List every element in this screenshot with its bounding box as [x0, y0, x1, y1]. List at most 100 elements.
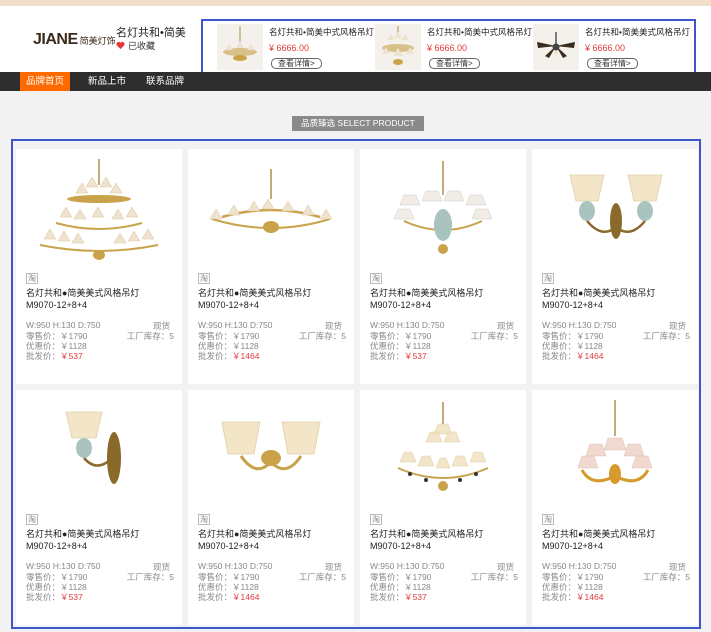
- product-card[interactable]: 淘 名灯共和●简美美式风格吊灯 M9070-12+8+4 W:950 H:130…: [16, 390, 182, 625]
- product-model: M9070-12+8+4: [542, 541, 604, 551]
- wholesale-price: 批发价：￥537: [370, 350, 427, 362]
- taobao-badge: 淘: [542, 514, 554, 525]
- product-name[interactable]: 名灯共和●简美美式风格吊灯: [26, 286, 139, 299]
- wholesale-price: 批发价：￥1464: [542, 350, 603, 362]
- logo-chinese-name: 简美灯饰: [79, 35, 116, 46]
- promo-price: ¥ 6666.00: [269, 43, 310, 53]
- brand-logo[interactable]: JIANE 简美灯饰: [33, 30, 116, 50]
- wholesale-label: 批发价：: [26, 592, 61, 602]
- shop-header: JIANE 简美灯饰 名灯共和•简美 已收藏 名灯共和•简美中式风格吊灯 ¥ 6…: [0, 6, 711, 76]
- product-model: M9070-12+8+4: [542, 300, 604, 310]
- single-wall-lamp-image: [65, 411, 121, 484]
- wholesale-price: 批发价：￥1464: [542, 591, 603, 603]
- wholesale-label: 批发价：: [542, 592, 577, 602]
- product-name[interactable]: 名灯共和●简美美式风格吊灯: [370, 286, 483, 299]
- taobao-badge: 淘: [542, 273, 554, 284]
- view-details-button[interactable]: 查看详情>: [587, 58, 638, 69]
- chandelier-image: [217, 24, 263, 70]
- taobao-badge: 淘: [26, 273, 38, 284]
- product-card[interactable]: 淘 名灯共和●简美美式风格吊灯 M9070-12+8+4 W:950 H:130…: [360, 390, 526, 625]
- factory-stock: 工厂库存：5: [470, 331, 518, 341]
- product-dimensions: W:950 H:130 D:750: [542, 320, 617, 330]
- shop-navbar: 品牌首页 新品上市 联系品牌: [0, 72, 711, 91]
- taobao-badge: 淘: [370, 273, 382, 284]
- wholesale-label: 批发价：: [198, 592, 233, 602]
- product-card[interactable]: 淘 名灯共和●简美美式风格吊灯 M9070-12+8+4 W:950 H:130…: [188, 390, 354, 625]
- promo-title: 名灯共和•简美美式风格吊灯: [585, 27, 690, 37]
- factory-stock: 工厂库存：5: [126, 331, 174, 341]
- nav-item-home[interactable]: 品牌首页: [20, 72, 70, 91]
- factory-stock: 工厂库存：5: [642, 331, 690, 341]
- product-model: M9070-12+8+4: [198, 541, 260, 551]
- product-dimensions: W:950 H:130 D:750: [370, 561, 445, 571]
- factory-stock: 工厂库存：5: [126, 572, 174, 582]
- chandelier-image: [375, 24, 421, 70]
- product-name[interactable]: 名灯共和●简美美式风格吊灯: [198, 286, 311, 299]
- wholesale-value: ￥537: [404, 592, 427, 602]
- wholesale-label: 批发价：: [370, 592, 405, 602]
- wholesale-price: 批发价：￥1464: [198, 591, 259, 603]
- wholesale-price: 批发价：￥537: [26, 350, 83, 362]
- promo-item[interactable]: 名灯共和•简美中式风格吊灯 ¥ 6666.00 查看详情>: [375, 24, 532, 72]
- heart-icon: [116, 41, 125, 50]
- taobao-badge: 淘: [198, 514, 210, 525]
- taobao-badge: 淘: [26, 514, 38, 525]
- view-details-button[interactable]: 查看详情>: [429, 58, 480, 69]
- wholesale-price: 批发价：￥537: [26, 591, 83, 603]
- product-model: M9070-12+8+4: [26, 541, 88, 551]
- product-model: M9070-12+8+4: [370, 300, 432, 310]
- product-model: M9070-12+8+4: [198, 300, 260, 310]
- pink-shade-chandelier-image: [577, 400, 653, 484]
- promo-item[interactable]: 名灯共和•简美美式风格吊灯 ¥ 6666.00 查看详情>: [533, 24, 690, 72]
- promo-title: 名灯共和•简美中式风格吊灯: [269, 27, 374, 37]
- shop-name[interactable]: 名灯共和•简美: [116, 24, 186, 40]
- product-dimensions: W:950 H:130 D:750: [26, 320, 101, 330]
- logo-mark: JIANE: [33, 31, 78, 48]
- view-details-button[interactable]: 查看详情>: [271, 58, 322, 69]
- product-card[interactable]: 淘 名灯共和●简美美式风格吊灯 M9070-12+8+4 W:950 H:130…: [532, 149, 698, 384]
- wholesale-label: 批发价：: [198, 351, 233, 361]
- wholesale-price: 批发价：￥1464: [198, 350, 259, 362]
- nav-item-new-arrivals[interactable]: 新品上市: [82, 72, 132, 91]
- promo-item[interactable]: 名灯共和•简美中式风格吊灯 ¥ 6666.00 查看详情>: [217, 24, 374, 72]
- product-card[interactable]: 淘 名灯共和●简美美式风格吊灯 M9070-12+8+4 W:950 H:130…: [188, 149, 354, 384]
- wholesale-value: ￥1464: [576, 592, 604, 602]
- wholesale-value: ￥537: [60, 351, 83, 361]
- wholesale-value: ￥1464: [576, 351, 604, 361]
- wholesale-value: ￥1464: [232, 592, 260, 602]
- wholesale-value: ￥537: [60, 592, 83, 602]
- factory-stock: 工厂库存：5: [642, 572, 690, 582]
- ceiling-fan-image: [533, 24, 579, 70]
- tiered-chandelier-image: [39, 159, 159, 260]
- wholesale-label: 批发价：: [26, 351, 61, 361]
- product-name[interactable]: 名灯共和●简美美式风格吊灯: [542, 527, 655, 540]
- promo-title: 名灯共和•简美中式风格吊灯: [427, 27, 532, 37]
- wholesale-value: ￥1464: [232, 351, 260, 361]
- product-name[interactable]: 名灯共和●简美美式风格吊灯: [370, 527, 483, 540]
- taobao-badge: 淘: [370, 514, 382, 525]
- favorite-status[interactable]: 已收藏: [116, 39, 155, 52]
- crystal-chandelier-image: [397, 402, 489, 491]
- promo-price: ¥ 6666.00: [427, 43, 468, 53]
- favorite-label: 已收藏: [128, 41, 156, 51]
- product-model: M9070-12+8+4: [26, 300, 88, 310]
- product-name[interactable]: 名灯共和●简美美式风格吊灯: [26, 527, 139, 540]
- product-dimensions: W:950 H:130 D:750: [26, 561, 101, 571]
- product-card[interactable]: 淘 名灯共和●简美美式风格吊灯 M9070-12+8+4 W:950 H:130…: [532, 390, 698, 625]
- factory-stock: 工厂库存：5: [298, 331, 346, 341]
- wholesale-label: 批发价：: [370, 351, 405, 361]
- double-wall-lamp-image: [569, 174, 663, 239]
- product-dimensions: W:950 H:130 D:750: [542, 561, 617, 571]
- product-card[interactable]: 淘 名灯共和●简美美式风格吊灯 M9070-12+8+4 W:950 H:130…: [16, 149, 182, 384]
- product-dimensions: W:950 H:130 D:750: [198, 320, 273, 330]
- promo-price: ¥ 6666.00: [585, 43, 626, 53]
- product-name[interactable]: 名灯共和●简美美式风格吊灯: [542, 286, 655, 299]
- product-section: 品质臻选 SELECT PRODUCT 淘 名灯共和●简美美式风格吊灯 M907…: [0, 91, 711, 632]
- product-card[interactable]: 淘 名灯共和●简美美式风格吊灯 M9070-12+8+4 W:950 H:130…: [360, 149, 526, 384]
- shade-chandelier-image: [393, 161, 493, 254]
- nav-item-contact[interactable]: 联系品牌: [140, 72, 190, 91]
- product-name[interactable]: 名灯共和●简美美式风格吊灯: [198, 527, 311, 540]
- wholesale-price: 批发价：￥537: [370, 591, 427, 603]
- flat-chandelier-image: [209, 169, 333, 233]
- wholesale-value: ￥537: [404, 351, 427, 361]
